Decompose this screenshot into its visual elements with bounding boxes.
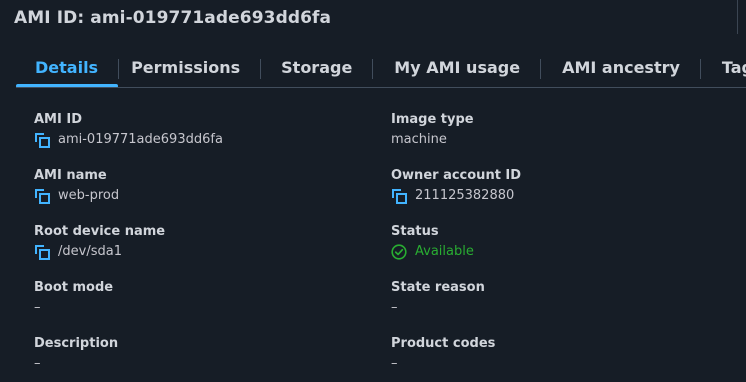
owner-account-id-label: Owner account ID <box>391 168 522 183</box>
state-reason-value: – <box>391 300 398 315</box>
description-label: Description <box>34 336 119 351</box>
panel-edge-divider <box>737 0 738 34</box>
boot-mode-value: – <box>34 300 41 315</box>
root-device-name-field: Root device name /dev/sda1 <box>34 224 165 260</box>
ami-id-label: AMI ID <box>34 112 82 127</box>
state-reason-label: State reason <box>391 280 485 295</box>
boot-mode-label: Boot mode <box>34 280 114 295</box>
root-device-name-label: Root device name <box>34 224 166 239</box>
tabs-divider <box>16 87 746 88</box>
copy-icon[interactable] <box>34 188 50 204</box>
ami-name-value-row: web-prod <box>34 188 119 204</box>
image-type-label: Image type <box>391 112 474 127</box>
tab-storage[interactable]: Storage <box>261 52 372 88</box>
ami-id-value-row: ami-019771ade693dd6fa <box>34 132 223 148</box>
description-value: – <box>34 356 41 371</box>
product-codes-label: Product codes <box>391 336 496 351</box>
copy-icon[interactable] <box>391 188 407 204</box>
copy-icon[interactable] <box>34 132 50 148</box>
ami-id-value: ami-019771ade693dd6fa <box>58 132 223 147</box>
tab-my-ami-usage[interactable]: My AMI usage <box>373 52 540 88</box>
ami-id-field: AMI ID ami-019771ade693dd6fa <box>34 112 223 148</box>
tab-tags[interactable]: Tags <box>701 52 746 88</box>
status-value-row: Available <box>391 244 474 260</box>
tab-bar: Details Permissions Storage My AMI usage… <box>16 52 746 88</box>
copy-icon[interactable] <box>34 244 50 260</box>
tab-details[interactable]: Details <box>16 52 119 88</box>
ami-name-label: AMI name <box>34 168 107 183</box>
boot-mode-field: Boot mode – <box>34 280 113 316</box>
state-reason-field: State reason – <box>391 280 485 316</box>
status-field: Status Available <box>391 224 474 260</box>
status-value: Available <box>415 244 474 259</box>
description-field: Description – <box>34 336 118 372</box>
image-type-value: machine <box>391 132 447 147</box>
status-label: Status <box>391 224 439 239</box>
owner-account-id-value-row: 211125382880 <box>391 188 521 204</box>
tab-permissions[interactable]: Permissions <box>119 52 260 88</box>
product-codes-field: Product codes – <box>391 336 495 372</box>
tab-ami-ancestry[interactable]: AMI ancestry <box>541 52 700 88</box>
root-device-name-value-row: /dev/sda1 <box>34 244 165 260</box>
check-circle-icon <box>391 244 407 260</box>
root-device-name-value: /dev/sda1 <box>58 244 122 259</box>
image-type-field: Image type machine <box>391 112 474 148</box>
ami-name-value: web-prod <box>58 188 120 203</box>
owner-account-id-field: Owner account ID 211125382880 <box>391 168 521 204</box>
product-codes-value: – <box>391 356 398 371</box>
ami-name-field: AMI name web-prod <box>34 168 119 204</box>
page-title: AMI ID: ami-019771ade693dd6fa <box>14 8 332 28</box>
owner-account-id-value: 211125382880 <box>415 188 515 203</box>
